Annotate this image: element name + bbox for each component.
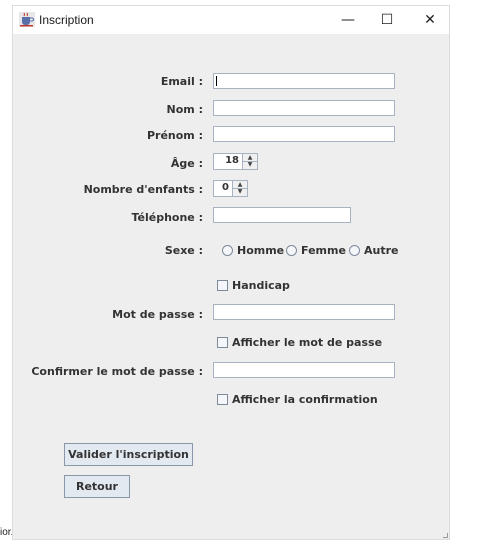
handicap-label[interactable]: Handicap: [232, 279, 290, 292]
password-field[interactable]: [213, 304, 395, 320]
show-confirm-checkbox[interactable]: [217, 394, 228, 405]
prenom-label: Prénom :: [146, 129, 203, 142]
show-confirm-label[interactable]: Afficher la confirmation: [232, 393, 378, 406]
inscription-window: Inscription — ☐ ✕ Email : Nom : Prénom :…: [12, 5, 450, 540]
email-label: Email :: [160, 75, 203, 88]
confirm-password-label: Confirmer le mot de passe :: [31, 365, 203, 378]
age-spinner-buttons: ▲ ▼: [242, 154, 257, 169]
enfants-decrement-button[interactable]: ▼: [233, 188, 247, 195]
radio-homme-label[interactable]: Homme: [237, 244, 284, 257]
nom-label: Nom :: [166, 103, 203, 116]
minimize-button[interactable]: —: [328, 6, 368, 34]
radio-autre-label[interactable]: Autre: [364, 244, 399, 257]
enfants-label: Nombre d'enfants :: [83, 183, 203, 196]
age-spinner[interactable]: 18 ▲ ▼: [213, 153, 258, 170]
enfants-spinner[interactable]: 0 ▲ ▼: [213, 180, 248, 197]
confirm-password-field[interactable]: [213, 362, 395, 378]
java-cup-icon: [19, 12, 35, 27]
close-button[interactable]: ✕: [410, 6, 450, 34]
sexe-label: Sexe :: [164, 244, 203, 257]
text-caret: [216, 76, 217, 86]
radio-autre[interactable]: [349, 245, 360, 256]
telephone-field[interactable]: [213, 207, 351, 223]
password-label: Mot de passe :: [112, 308, 203, 321]
submit-registration-button[interactable]: Valider l'inscription: [64, 443, 193, 466]
telephone-label: Téléphone :: [131, 211, 203, 224]
window-title: Inscription: [39, 13, 94, 27]
handicap-checkbox[interactable]: [217, 280, 228, 291]
show-password-label[interactable]: Afficher le mot de passe: [232, 336, 382, 349]
back-button[interactable]: Retour: [64, 475, 130, 498]
age-value: 18: [225, 155, 239, 166]
radio-femme-label[interactable]: Femme: [301, 244, 346, 257]
enfants-value: 0: [222, 182, 229, 193]
maximize-button[interactable]: ☐: [367, 6, 407, 34]
email-field[interactable]: [213, 73, 395, 89]
radio-homme[interactable]: [222, 245, 233, 256]
prenom-field[interactable]: [213, 126, 395, 142]
show-password-checkbox[interactable]: [217, 337, 228, 348]
radio-femme[interactable]: [286, 245, 297, 256]
resize-grip[interactable]: [443, 533, 448, 538]
enfants-spinner-buttons: ▲ ▼: [232, 181, 247, 196]
title-bar[interactable]: Inscription — ☐ ✕: [13, 6, 449, 34]
nom-field[interactable]: [213, 100, 395, 116]
age-label: Âge :: [170, 157, 203, 170]
age-decrement-button[interactable]: ▼: [243, 161, 257, 168]
